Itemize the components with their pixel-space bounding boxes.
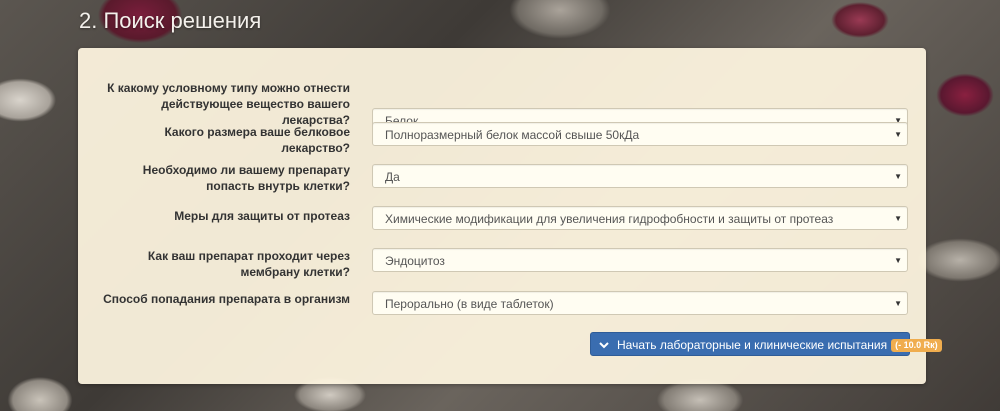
protein-size-value: Полноразмерный белок массой свыше 50кДа [385,128,640,142]
chevron-down-icon [599,335,613,359]
section-title: 2. Поиск решения [79,8,262,33]
substance-type-label: К какому условному типу можно отнести де… [107,81,350,127]
protease-protection-value: Химические модификации для увеличения ги… [385,212,834,226]
start-trials-button[interactable]: Начать лабораторные и клинические испыта… [590,332,942,359]
membrane-passage-label: Как ваш препарат проходит через мембрану… [147,249,350,279]
administration-route-value: Перорально (в виде таблеток) [385,297,554,311]
membrane-passage-select[interactable]: Эндоцитоз ▼ [372,248,908,272]
cost-badge: (- 10.0 Rк) [891,339,942,352]
administration-route-select[interactable]: Перорально (в виде таблеток) ▼ [372,291,908,315]
dropdown-caret-icon: ▼ [894,130,902,139]
solution-form-panel: К какому условному типу можно отнести де… [78,48,942,384]
protease-protection-label: Меры для защиты от протеаз [174,209,350,223]
dropdown-caret-icon: ▼ [894,214,902,223]
cell-entry-label: Необходимо ли вашему препарату попасть в… [142,163,350,193]
cell-entry-value: Да [385,170,400,184]
protease-protection-select[interactable]: Химические модификации для увеличения ги… [372,206,908,230]
dropdown-caret-icon: ▼ [894,256,902,265]
dropdown-caret-icon: ▼ [894,299,902,308]
protein-size-label: Какого размера ваше белковое лекарство? [164,125,350,155]
dropdown-caret-icon: ▼ [894,172,902,181]
cell-entry-select[interactable]: Да ▼ [372,164,908,188]
protein-size-select[interactable]: Полноразмерный белок массой свыше 50кДа … [372,122,908,146]
administration-route-label: Способ попадания препарата в организм [103,292,350,306]
start-trials-label: Начать лабораторные и клинические испыта… [617,338,888,352]
membrane-passage-value: Эндоцитоз [385,254,445,268]
